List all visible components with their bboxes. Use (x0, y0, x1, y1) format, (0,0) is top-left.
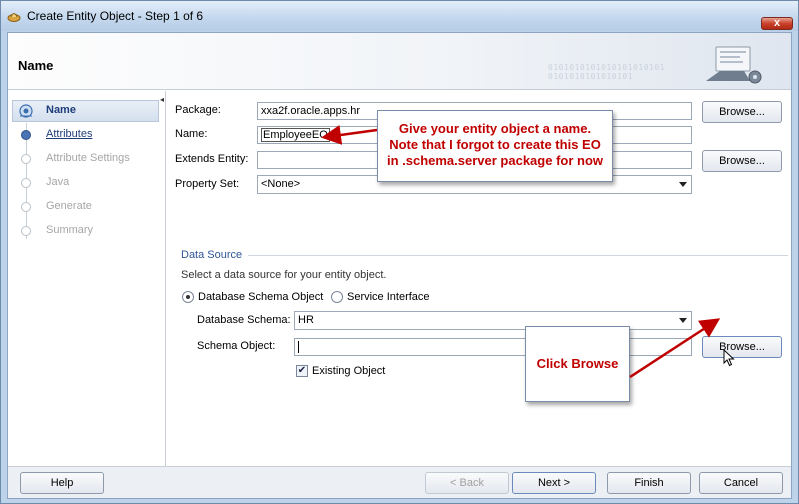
finish-button[interactable]: Finish (607, 472, 691, 494)
package-browse-button[interactable]: Browse... (702, 101, 782, 123)
property-set-value: <None> (261, 178, 301, 190)
schema-object-label: Schema Object: (197, 340, 276, 352)
radio-database-schema-label[interactable]: Database Schema Object (198, 291, 323, 303)
nav-selection-highlight (12, 100, 159, 122)
current-step-icon (19, 104, 33, 118)
wizard-step-nav: ◂ Name Attributes Attribute Settings Jav… (8, 91, 166, 466)
nav-label-attribute-settings: Attribute Settings (46, 152, 130, 164)
radio-database-schema[interactable] (182, 291, 194, 303)
browse-callout: Click Browse (525, 326, 630, 402)
nav-label-name: Name (46, 104, 76, 116)
existing-object-label[interactable]: Existing Object (312, 365, 385, 377)
close-icon: x (773, 17, 781, 29)
collapse-handle-icon[interactable]: ◂ (160, 95, 164, 104)
text-cursor (298, 341, 299, 354)
dropdown-arrow-icon (679, 182, 687, 187)
help-button[interactable]: Help (20, 472, 104, 494)
step-dot-icon (21, 226, 31, 236)
extends-entity-label: Extends Entity: (175, 153, 249, 165)
nav-label-attributes: Attributes (46, 128, 93, 140)
step-dot-icon (21, 178, 31, 188)
wizard-graphic-icon (706, 46, 762, 84)
step-dot-icon (21, 130, 31, 140)
window-title: Create Entity Object - Step 1 of 6 (27, 9, 204, 23)
dialog-content: Name 0101010101010101010101 010101010101… (7, 32, 792, 499)
package-label: Package: (175, 104, 221, 116)
dropdown-arrow-icon (679, 318, 687, 323)
radio-selected-dot (186, 295, 190, 299)
data-source-title: Data Source (181, 249, 243, 261)
property-set-label: Property Set: (175, 178, 240, 190)
database-schema-value: HR (298, 314, 314, 326)
wizard-footer: Help < Back Next > Finish Cancel (8, 466, 791, 498)
step-title: Name (18, 58, 54, 73)
existing-object-checkbox[interactable]: ✔ (296, 365, 308, 377)
step-dot-icon (21, 202, 31, 212)
nav-label-generate: Generate (46, 200, 92, 212)
nav-label-summary: Summary (46, 224, 94, 236)
name-label: Name: (175, 128, 208, 140)
extends-browse-button[interactable]: Browse... (702, 150, 782, 172)
back-button: < Back (425, 472, 509, 494)
dialog-window: Create Entity Object - Step 1 of 6 x Nam… (0, 0, 799, 504)
step-dot-icon (21, 154, 31, 164)
radio-service-interface[interactable] (331, 291, 343, 303)
database-schema-label: Database Schema: (197, 314, 291, 326)
title-bar[interactable]: Create Entity Object - Step 1 of 6 x (1, 1, 798, 31)
mouse-pointer-icon (723, 349, 735, 367)
name-callout: Give your entity object a name. Note tha… (377, 110, 613, 182)
database-schema-select[interactable]: HR (294, 311, 692, 330)
next-button[interactable]: Next > (512, 472, 596, 494)
close-button[interactable]: x (761, 17, 793, 30)
radio-service-interface-label[interactable]: Service Interface (347, 291, 430, 303)
entity-object-icon (7, 13, 21, 22)
data-source-description: Select a data source for your entity obj… (181, 269, 387, 281)
binary-decoration: 0101010101010101010101 0101010101010101 (548, 63, 665, 81)
schema-object-browse-button[interactable]: Browse... (702, 336, 782, 358)
section-divider (248, 255, 788, 256)
name-value: EmployeeEO (261, 128, 330, 142)
nav-label-java: Java (46, 176, 70, 188)
step-header: Name 0101010101010101010101 010101010101… (8, 33, 791, 90)
schema-object-field[interactable] (294, 338, 692, 356)
cancel-button[interactable]: Cancel (699, 472, 783, 494)
